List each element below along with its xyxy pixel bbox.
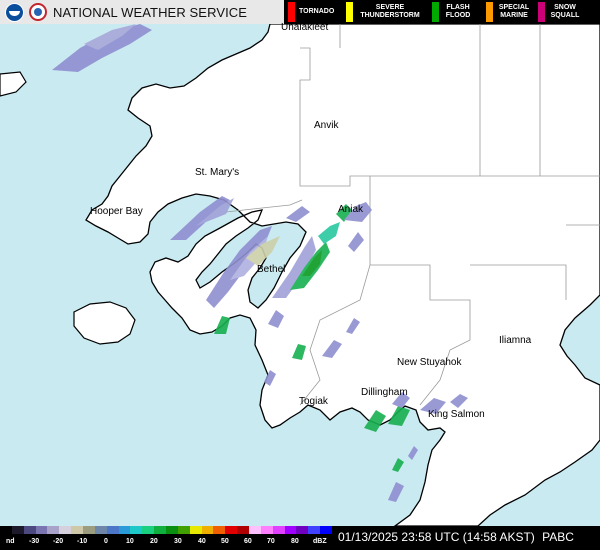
scale-color-cell bbox=[106, 526, 119, 534]
scale-color-cell bbox=[260, 526, 273, 534]
scale-color-cell bbox=[118, 526, 131, 534]
scale-color-cell bbox=[177, 526, 190, 534]
scale-label: 40 bbox=[198, 538, 206, 545]
place-label: King Salmon bbox=[428, 409, 485, 420]
footer-bar: nd -30 -20 -10 0 10 20 30 40 50 60 70 80… bbox=[0, 526, 600, 550]
legend-label: TORNADO bbox=[299, 8, 335, 15]
place-label: Dillingham bbox=[361, 387, 408, 398]
scale-color-cell bbox=[83, 526, 95, 534]
scale-color-cell bbox=[47, 526, 60, 534]
scale-color-cell bbox=[296, 526, 309, 534]
agency-title: NATIONAL WEATHER SERVICE bbox=[53, 4, 248, 20]
legend-item-tornado: TORNADO bbox=[284, 0, 342, 24]
header-bar: NATIONAL WEATHER SERVICE TORNADO SEVERE … bbox=[0, 0, 600, 24]
scale-color-cell bbox=[94, 526, 107, 534]
scale-color-cell bbox=[201, 526, 214, 534]
timestamp-station: 01/13/2025 23:58 UTC (14:58 AKST) PABC bbox=[338, 530, 574, 544]
legend-item-snow-squall: SNOW SQUALL bbox=[534, 0, 586, 24]
dbz-scale-labels: nd -30 -20 -10 0 10 20 30 40 50 60 70 80… bbox=[0, 538, 332, 550]
scale-label: 60 bbox=[244, 538, 252, 545]
legend-label: SNOW SQUALL bbox=[550, 4, 580, 19]
place-label: Hooper Bay bbox=[90, 206, 143, 217]
place-label: Unalakleet bbox=[281, 22, 329, 33]
scale-color-cell bbox=[130, 526, 143, 534]
scale-label: 0 bbox=[104, 538, 108, 545]
noaa-logo-icon bbox=[5, 2, 24, 22]
scale-color-cell bbox=[237, 526, 250, 534]
legend-swatch bbox=[432, 2, 439, 22]
legend-item-flash-flood: FLASH FLOOD bbox=[428, 0, 482, 24]
scale-color-cell bbox=[11, 526, 24, 534]
scale-label: -30 bbox=[29, 538, 40, 545]
scale-color-cell bbox=[35, 526, 48, 534]
scale-color-cell bbox=[166, 526, 178, 534]
place-label: Anvik bbox=[314, 120, 339, 131]
scale-color-cell bbox=[272, 526, 285, 534]
scale-color-cell bbox=[142, 526, 155, 534]
scale-color-cell bbox=[320, 526, 333, 534]
scale-label: dBZ bbox=[313, 538, 327, 545]
scale-color-cell bbox=[225, 526, 238, 534]
scale-color-cell bbox=[59, 526, 72, 534]
legend-label: SEVERE THUNDERSTORM bbox=[360, 4, 420, 19]
scale-color-cell bbox=[249, 526, 261, 534]
place-label: Togiak bbox=[299, 396, 328, 407]
place-label: Bethel bbox=[257, 264, 286, 275]
legend-swatch bbox=[288, 2, 295, 22]
place-label: New Stuyahok bbox=[397, 357, 462, 368]
scale-label: 50 bbox=[221, 538, 229, 545]
place-label: St. Mary's bbox=[195, 167, 240, 178]
legend-item-special-marine: SPECIAL MARINE bbox=[482, 0, 534, 24]
scale-color-cell bbox=[213, 526, 226, 534]
scale-color-cell bbox=[308, 526, 321, 534]
scale-label: -20 bbox=[53, 538, 64, 545]
radar-map bbox=[0, 0, 600, 550]
place-label: Aniak bbox=[338, 204, 364, 215]
legend-item-severe-thunderstorm: SEVERE THUNDERSTORM bbox=[342, 0, 428, 24]
radar-timestamp: 01/13/2025 23:58 UTC (14:58 AKST) bbox=[338, 530, 535, 544]
legend-swatch bbox=[538, 2, 545, 22]
legend-label: FLASH FLOOD bbox=[445, 4, 471, 19]
radar-station: PABC bbox=[542, 530, 574, 544]
scale-color-cell bbox=[154, 526, 167, 534]
scale-label: -10 bbox=[77, 538, 88, 545]
nws-logo-icon bbox=[29, 3, 47, 21]
scale-color-cell bbox=[71, 526, 84, 534]
scale-color-cell bbox=[284, 526, 297, 534]
scale-label: nd bbox=[6, 538, 15, 545]
scale-color-cell bbox=[0, 526, 12, 534]
scale-color-cell bbox=[189, 526, 202, 534]
legend-swatch bbox=[486, 2, 493, 22]
agency-block: NATIONAL WEATHER SERVICE bbox=[0, 0, 284, 24]
warning-legend: TORNADO SEVERE THUNDERSTORM FLASH FLOOD … bbox=[284, 0, 600, 24]
scale-label: 80 bbox=[291, 538, 299, 545]
scale-label: 20 bbox=[150, 538, 158, 545]
scale-label: 70 bbox=[267, 538, 275, 545]
dbz-color-scale bbox=[0, 526, 333, 534]
legend-label: SPECIAL MARINE bbox=[498, 4, 530, 19]
scale-label: 10 bbox=[126, 538, 134, 545]
scale-label: 30 bbox=[174, 538, 182, 545]
place-label: Iliamna bbox=[499, 335, 532, 346]
scale-color-cell bbox=[23, 526, 36, 534]
legend-swatch bbox=[346, 2, 353, 22]
